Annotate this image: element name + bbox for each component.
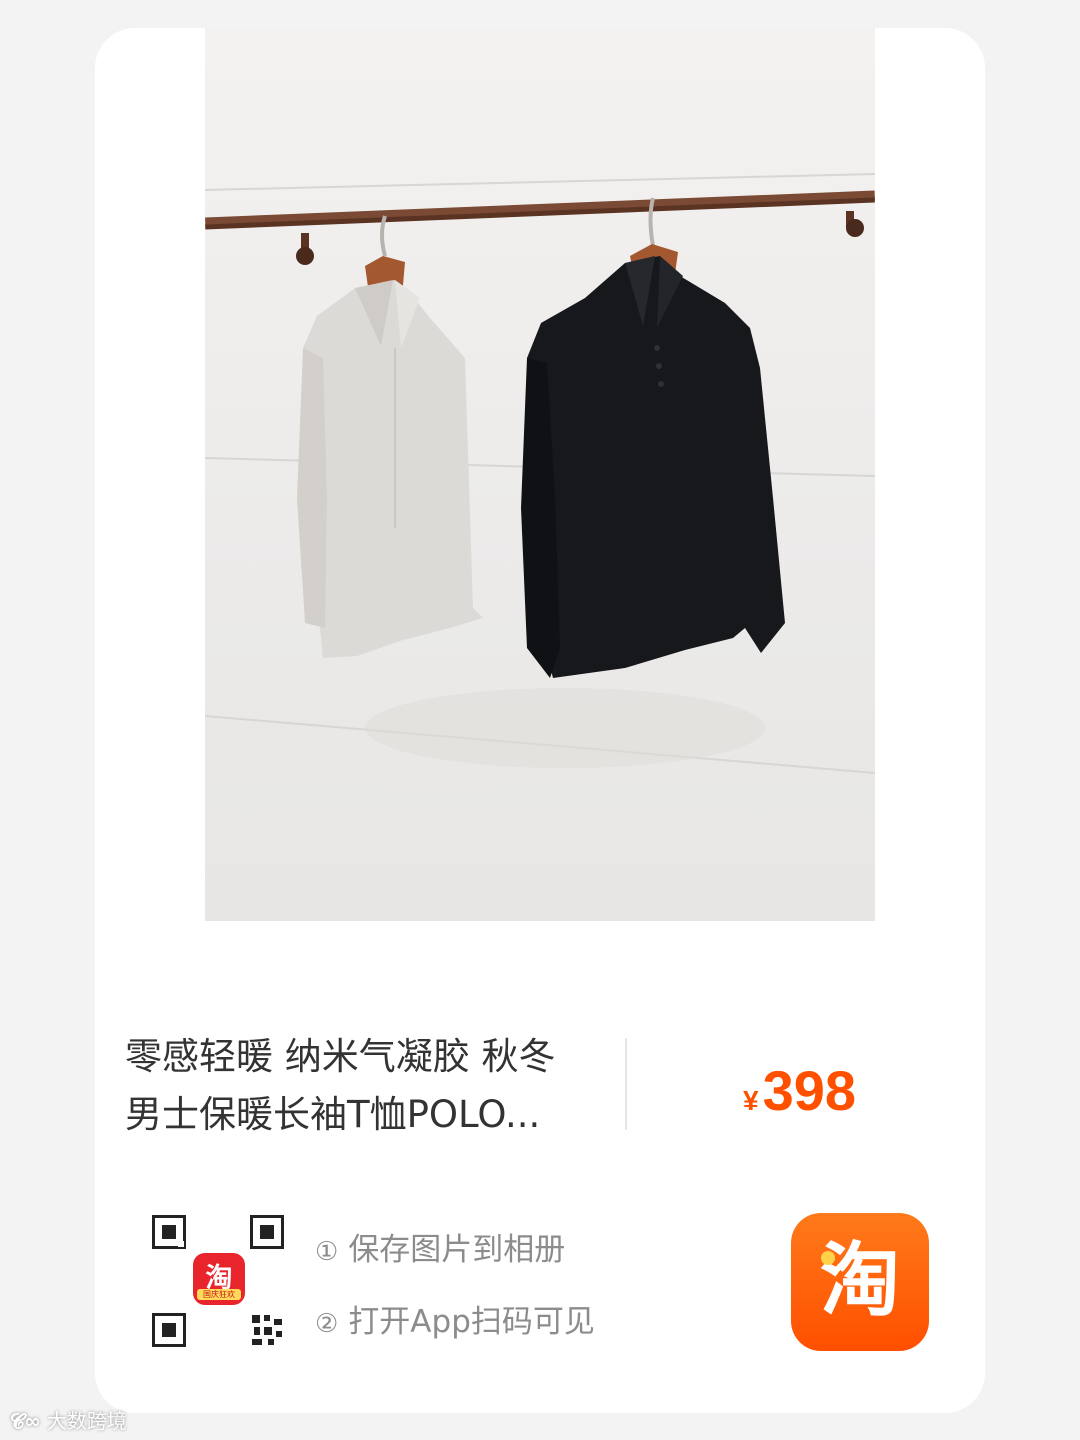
- step-label: 保存图片到相册: [348, 1232, 566, 1268]
- product-title[interactable]: 零感轻暖 纳米气凝胶 秋冬 男士保暖长袖T恤POLO...: [125, 1028, 595, 1144]
- step-save-image: ① 保存图片到相册: [315, 1224, 595, 1296]
- taobao-glyph: 淘: [820, 1234, 900, 1327]
- qr-finder-bottom-left: [152, 1313, 186, 1347]
- watermark-logo-icon: 𝓒∞: [10, 1409, 41, 1433]
- taobao-festival-logo: 淘 国庆狂欢: [193, 1253, 245, 1305]
- watermark-text: 大数跨境: [46, 1409, 127, 1433]
- step-label: 打开App扫码可见: [348, 1304, 595, 1340]
- currency-symbol: ¥: [743, 1085, 759, 1116]
- taobao-dot-icon: [821, 1251, 835, 1265]
- product-photo-illustration: [205, 173, 875, 774]
- product-title-line-2: 男士保暖长袖T恤POLO...: [125, 1093, 541, 1136]
- price: ¥398: [743, 1058, 856, 1123]
- step-number: ①: [315, 1237, 339, 1267]
- qr-finder-top-left: [152, 1215, 186, 1249]
- watermark: 𝓒∞ 大数跨境: [10, 1405, 127, 1434]
- divider: [625, 1038, 627, 1130]
- qr-data-pattern: [250, 1313, 284, 1347]
- product-title-line-1: 零感轻暖 纳米气凝胶 秋冬: [125, 1035, 556, 1078]
- price-value: 398: [762, 1059, 857, 1122]
- step-number: ②: [315, 1309, 339, 1339]
- share-card: 零感轻暖 纳米气凝胶 秋冬 男士保暖长袖T恤POLO... ¥398 淘 国庆狂…: [95, 28, 985, 1413]
- scan-instructions: ① 保存图片到相册 ② 打开App扫码可见: [315, 1224, 595, 1368]
- step-open-app: ② 打开App扫码可见: [315, 1296, 595, 1368]
- qr-code[interactable]: 淘 国庆狂欢: [150, 1213, 288, 1351]
- qr-finder-top-right: [250, 1215, 284, 1249]
- qr-logo-caption: 国庆狂欢: [197, 1289, 241, 1300]
- taobao-app-icon[interactable]: 淘: [791, 1213, 929, 1351]
- product-image[interactable]: [205, 28, 875, 921]
